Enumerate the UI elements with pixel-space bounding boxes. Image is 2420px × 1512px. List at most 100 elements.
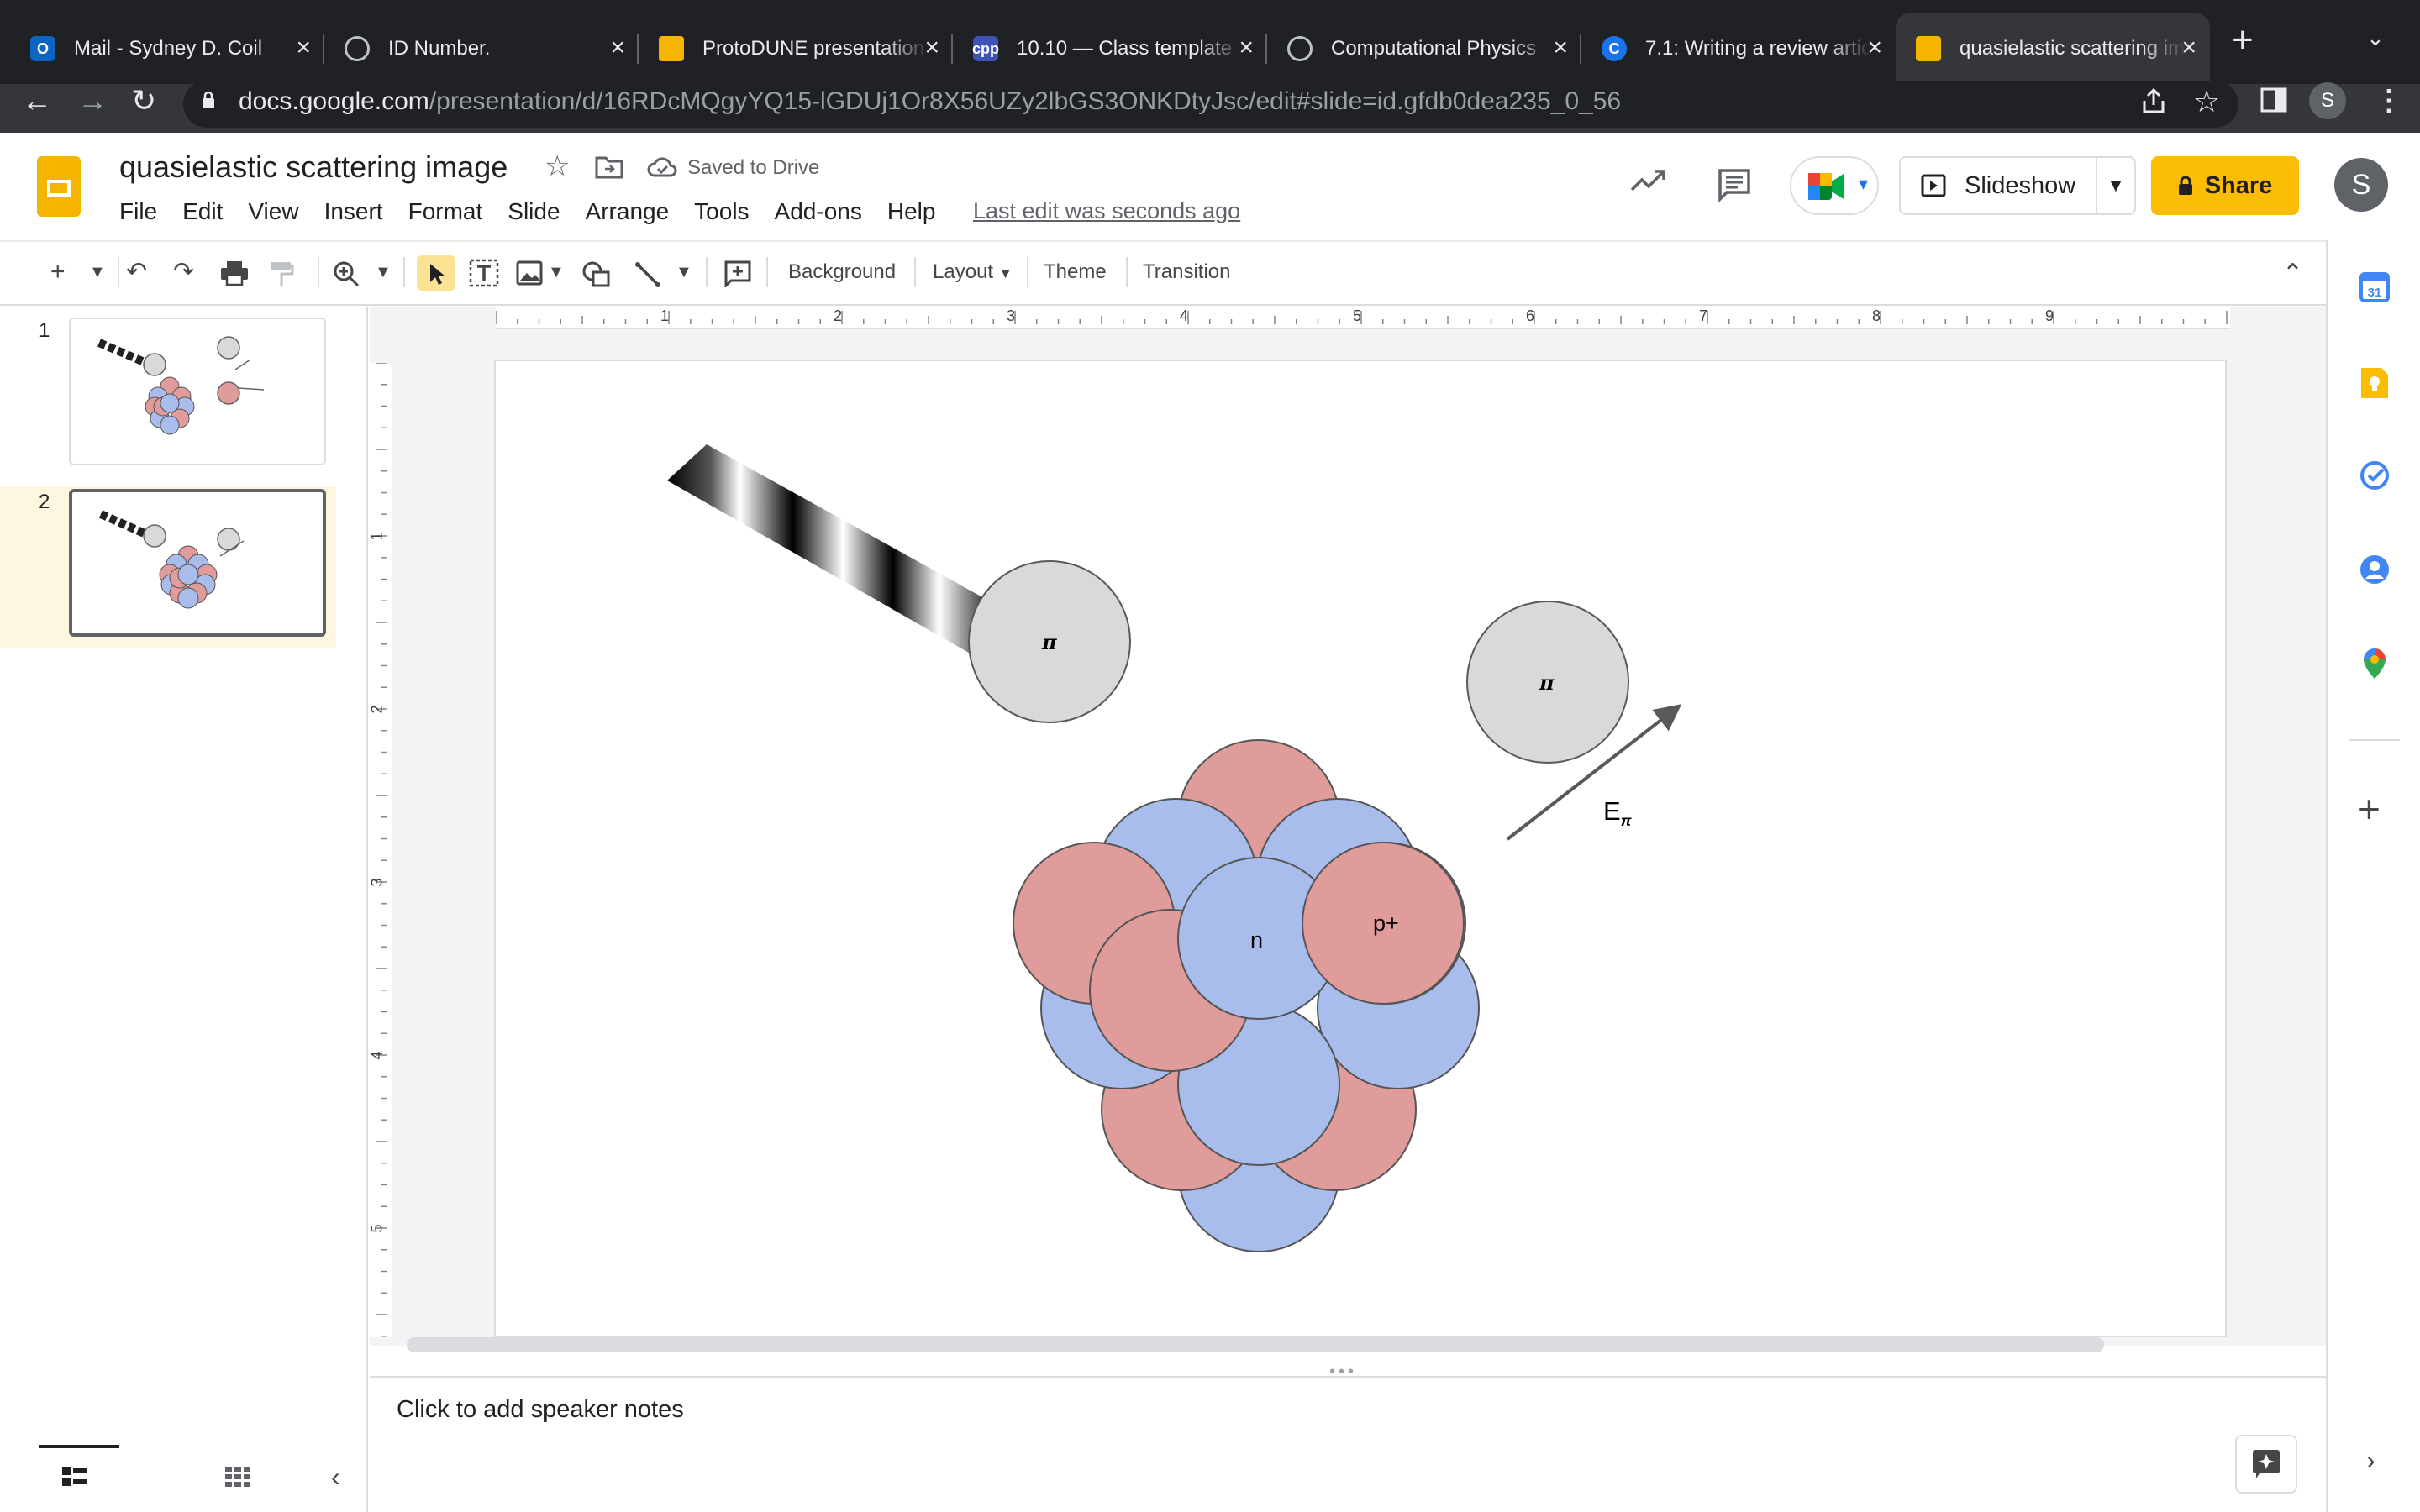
nucleus[interactable] bbox=[1013, 739, 1480, 1252]
globe-icon bbox=[345, 36, 370, 61]
lock-icon[interactable] bbox=[202, 91, 215, 108]
grid-view-icon[interactable] bbox=[225, 1467, 250, 1491]
last-edit-link[interactable]: Last edit was seconds ago bbox=[973, 198, 1240, 224]
cloud-saved-icon[interactable] bbox=[647, 156, 677, 182]
pion-beam[interactable] bbox=[667, 444, 999, 655]
zoom-icon[interactable] bbox=[333, 260, 361, 291]
tasks-icon[interactable] bbox=[2360, 460, 2390, 495]
expand-side-panel-chevron-icon[interactable]: › bbox=[2366, 1445, 2375, 1476]
collapse-toolbar-chevron-icon[interactable]: ⌃ bbox=[2282, 259, 2303, 288]
calendar-icon[interactable]: 31 bbox=[2360, 272, 2390, 307]
filmstrip-list-view-icon[interactable] bbox=[62, 1467, 87, 1491]
menu-view[interactable]: View bbox=[248, 198, 298, 225]
toolbar-divider bbox=[914, 257, 916, 287]
redo-icon[interactable]: ↷ bbox=[173, 257, 194, 287]
forward-button[interactable]: → bbox=[77, 86, 108, 116]
browser-tab[interactable]: cpp 10.10 — Class template × bbox=[953, 13, 1267, 84]
browser-tab[interactable]: ProtoDUNE presentation × bbox=[639, 13, 953, 84]
slides-icon bbox=[1916, 36, 1941, 61]
account-avatar[interactable]: S bbox=[2334, 158, 2388, 212]
browser-tab[interactable]: C 7.1: Writing a review article × bbox=[1581, 13, 1896, 84]
print-icon[interactable] bbox=[220, 260, 249, 290]
toolbar-divider bbox=[318, 257, 319, 287]
meet-button[interactable]: ▾ bbox=[1790, 156, 1879, 215]
browser-tab[interactable]: Computational Physics × bbox=[1267, 13, 1581, 84]
url-text[interactable]: docs.google.com/presentation/d/16RDcMQgy… bbox=[239, 87, 1621, 116]
close-tab-icon[interactable]: × bbox=[924, 35, 939, 60]
close-tab-icon[interactable]: × bbox=[1553, 35, 1568, 60]
menu-insert[interactable]: Insert bbox=[324, 198, 383, 225]
star-icon[interactable]: ☆ bbox=[544, 150, 570, 183]
slide-thumbnail-2[interactable] bbox=[69, 489, 326, 637]
reload-button[interactable]: ↻ bbox=[131, 86, 156, 116]
close-tab-icon[interactable]: × bbox=[610, 35, 625, 60]
close-tab-icon[interactable]: × bbox=[1239, 35, 1254, 60]
comments-icon[interactable] bbox=[1718, 168, 1751, 206]
insert-image-icon[interactable] bbox=[516, 260, 543, 290]
browser-tab[interactable]: O Mail - Sydney D. Coil × bbox=[10, 13, 324, 84]
paint-format-icon[interactable] bbox=[269, 260, 294, 291]
menu-slide[interactable]: Slide bbox=[508, 198, 560, 225]
zoom-dropdown-icon[interactable]: ▼ bbox=[375, 257, 392, 287]
keep-icon[interactable] bbox=[2360, 366, 2390, 404]
theme-button[interactable]: Theme bbox=[1044, 260, 1107, 284]
activity-trend-icon[interactable] bbox=[1630, 168, 1667, 197]
browser-menu-icon[interactable]: ⋮ bbox=[2375, 84, 2403, 118]
menu-tools[interactable]: Tools bbox=[694, 198, 749, 225]
transition-button[interactable]: Transition bbox=[1143, 260, 1230, 284]
text-box-icon[interactable] bbox=[469, 259, 499, 291]
slides-logo-icon[interactable] bbox=[37, 156, 81, 217]
move-folder-icon[interactable] bbox=[595, 155, 623, 184]
tab-search-chevron-icon[interactable]: ⌄ bbox=[2366, 25, 2385, 51]
bookmark-star-icon[interactable]: ☆ bbox=[2193, 84, 2220, 119]
ruler-label: 9 bbox=[2045, 307, 2054, 324]
speaker-notes-placeholder[interactable]: Click to add speaker notes bbox=[397, 1396, 684, 1424]
slide-number: 2 bbox=[39, 491, 50, 513]
menu-arrange[interactable]: Arrange bbox=[586, 198, 670, 225]
line-icon[interactable] bbox=[635, 262, 660, 291]
menu-edit[interactable]: Edit bbox=[182, 198, 223, 225]
close-tab-icon[interactable]: × bbox=[296, 35, 311, 60]
menu-format[interactable]: Format bbox=[408, 198, 483, 225]
side-panel-divider bbox=[2349, 739, 2400, 741]
new-slide-dropdown-icon[interactable]: ▼ bbox=[89, 257, 106, 287]
side-panel-icon[interactable] bbox=[2260, 87, 2287, 117]
share-button[interactable]: Share bbox=[2151, 156, 2299, 215]
add-comment-icon[interactable] bbox=[724, 260, 751, 291]
background-button[interactable]: Background bbox=[788, 260, 896, 284]
share-page-icon[interactable] bbox=[2141, 87, 2166, 118]
slideshow-button[interactable]: Slideshow ▼ bbox=[1899, 156, 2136, 215]
contacts-icon[interactable] bbox=[2360, 554, 2390, 589]
menu-addons[interactable]: Add-ons bbox=[775, 198, 862, 225]
close-tab-icon[interactable]: × bbox=[1867, 35, 1882, 60]
horizontal-ruler[interactable]: 1 2 3 4 5 6 7 8 9 bbox=[496, 307, 2230, 329]
select-tool-button[interactable] bbox=[417, 255, 455, 291]
menu-help[interactable]: Help bbox=[887, 198, 936, 225]
get-addons-plus-icon[interactable]: + bbox=[2358, 790, 2381, 828]
horizontal-scrollbar[interactable] bbox=[407, 1337, 2104, 1352]
layout-button[interactable]: Layout ▼ bbox=[933, 260, 1013, 284]
maps-icon[interactable] bbox=[2361, 647, 2388, 685]
image-dropdown-icon[interactable]: ▼ bbox=[548, 257, 565, 287]
side-panel bbox=[2326, 240, 2420, 1512]
slide-thumbnail-1[interactable] bbox=[69, 318, 326, 465]
ruler-label: 1 bbox=[368, 532, 386, 541]
horizontal-ruler-ticks bbox=[496, 311, 2230, 329]
slide-canvas[interactable]: π π n p+ Eπ bbox=[494, 360, 2227, 1337]
slideshow-dropdown-icon[interactable]: ▼ bbox=[2096, 158, 2134, 213]
undo-icon[interactable]: ↶ bbox=[126, 257, 147, 287]
new-tab-button[interactable]: + bbox=[2232, 22, 2254, 59]
explore-button[interactable] bbox=[2235, 1435, 2297, 1494]
document-title[interactable]: quasielastic scattering image bbox=[119, 150, 508, 185]
menu-file[interactable]: File bbox=[119, 198, 157, 225]
line-dropdown-icon[interactable]: ▼ bbox=[676, 257, 692, 287]
vertical-ruler[interactable]: 1 2 3 4 5 bbox=[368, 363, 392, 1337]
browser-tab[interactable]: ID Number. × bbox=[324, 13, 639, 84]
back-button[interactable]: ← bbox=[22, 86, 52, 116]
browser-profile-avatar[interactable]: S bbox=[2309, 82, 2346, 119]
shape-icon[interactable] bbox=[581, 260, 612, 291]
close-tab-icon[interactable]: × bbox=[2181, 35, 2196, 60]
new-slide-plus-icon[interactable]: + bbox=[50, 257, 66, 287]
collapse-filmstrip-chevron-icon[interactable]: ‹ bbox=[331, 1462, 340, 1493]
browser-tab[interactable]: quasielastic scattering image× bbox=[1896, 13, 2210, 84]
